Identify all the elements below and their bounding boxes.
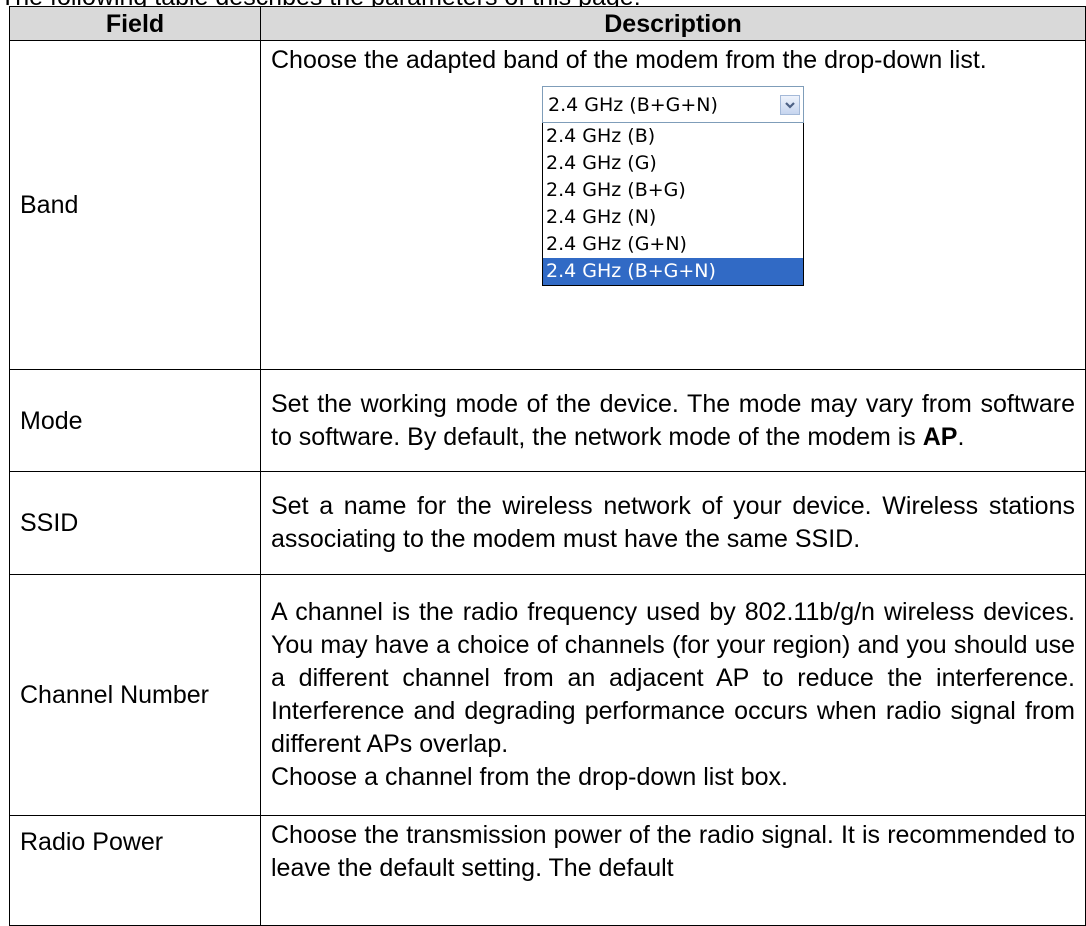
- header-description: Description: [260, 6, 1086, 41]
- band-option[interactable]: 2.4 GHz (N): [543, 204, 803, 231]
- chevron-down-icon[interactable]: [780, 94, 800, 115]
- band-select-value: 2.4 GHz (B+G+N): [548, 93, 718, 116]
- table-row-radio-power: Radio Power Choose the transmission powe…: [9, 815, 1086, 926]
- table-row-channel-number: Channel Number A channel is the radio fr…: [9, 574, 1086, 816]
- description-ssid: Set a name for the wireless network of y…: [260, 471, 1086, 575]
- description-channel-number: A channel is the radio frequency used by…: [260, 574, 1086, 816]
- table-row-band: Band Choose the adapted band of the mode…: [9, 40, 1086, 370]
- field-ssid: SSID: [9, 471, 261, 575]
- band-option[interactable]: 2.4 GHz (G): [543, 150, 803, 177]
- band-option[interactable]: 2.4 GHz (G+N): [543, 231, 803, 258]
- field-mode: Mode: [9, 369, 261, 472]
- mode-description-end: .: [957, 422, 965, 451]
- band-option[interactable]: 2.4 GHz (B+G): [543, 177, 803, 204]
- header-field: Field: [9, 6, 261, 41]
- mode-default-value: AP: [922, 422, 958, 451]
- table-row-ssid: SSID Set a name for the wireless network…: [9, 471, 1086, 575]
- band-dropdown-illustration: 2.4 GHz (B+G+N) 2.4 GHz (B) 2.4 GHz (G) …: [271, 77, 1075, 288]
- channel-number-description-text: A channel is the radio frequency used by…: [271, 598, 1075, 758]
- table-row-mode: Mode Set the working mode of the device.…: [9, 369, 1086, 472]
- chevron-down-icon-glyph: [785, 101, 795, 109]
- band-dropdown[interactable]: 2.4 GHz (B+G+N) 2.4 GHz (B) 2.4 GHz (G) …: [542, 86, 804, 286]
- table-header-row: Field Description: [9, 6, 1086, 41]
- band-select[interactable]: 2.4 GHz (B+G+N): [542, 86, 804, 123]
- field-band: Band: [9, 40, 261, 370]
- band-description-text: Choose the adapted band of the modem fro…: [271, 46, 987, 74]
- channel-number-description-extra: Choose a channel from the drop-down list…: [271, 763, 788, 791]
- band-option-selected[interactable]: 2.4 GHz (B+G+N): [543, 258, 803, 285]
- description-mode: Set the working mode of the device. The …: [260, 369, 1086, 472]
- band-options-list: 2.4 GHz (B) 2.4 GHz (G) 2.4 GHz (B+G) 2.…: [542, 123, 804, 286]
- field-channel-number: Channel Number: [9, 574, 261, 816]
- description-band: Choose the adapted band of the modem fro…: [260, 40, 1086, 370]
- field-radio-power: Radio Power: [9, 815, 261, 926]
- description-radio-power: Choose the transmission power of the rad…: [260, 815, 1086, 926]
- band-option[interactable]: 2.4 GHz (B): [543, 123, 803, 150]
- parameters-table: Field Description Band Choose the adapte…: [9, 6, 1086, 926]
